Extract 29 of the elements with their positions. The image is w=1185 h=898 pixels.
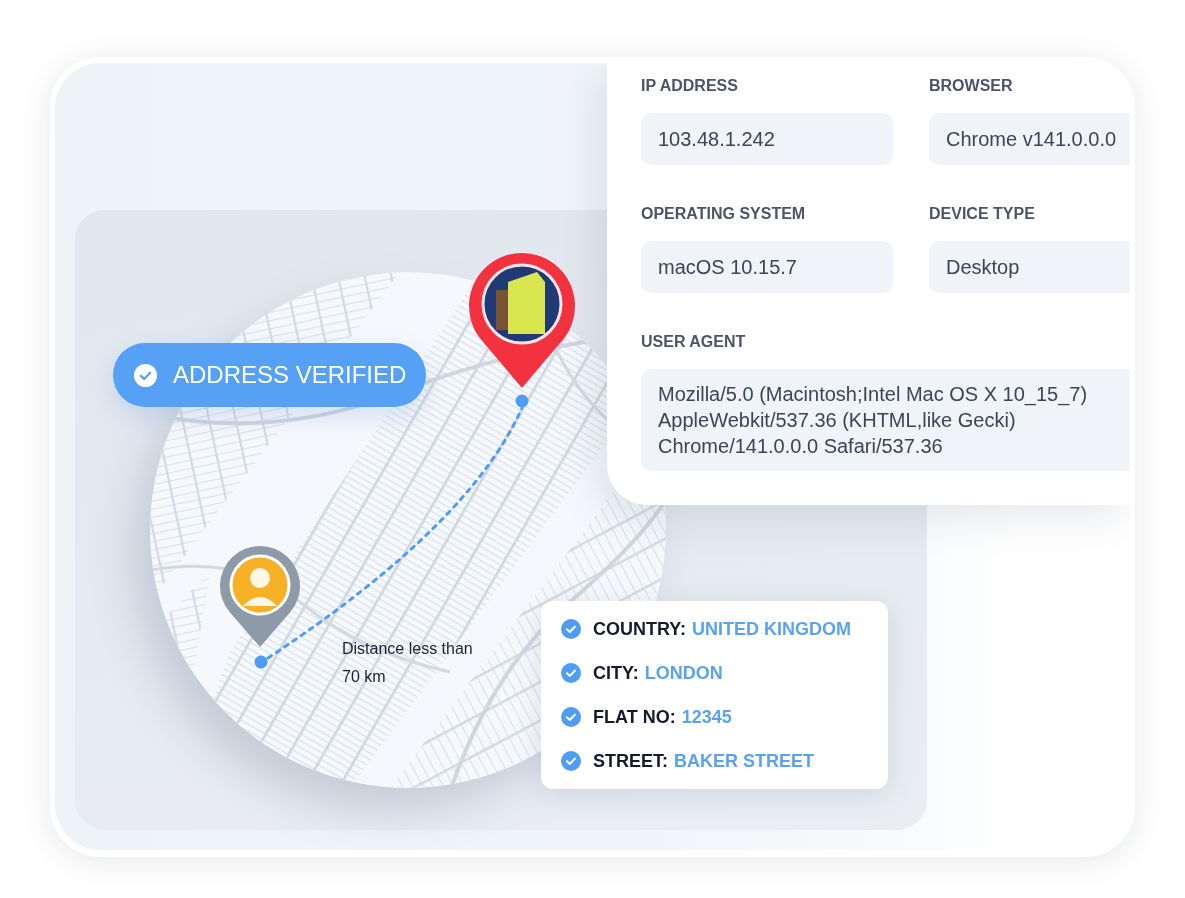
avatar-placeholder	[229, 554, 291, 616]
value-field: 103.48.1.242	[641, 113, 893, 165]
field-value: LONDON	[644, 662, 723, 684]
field-label: DEVICE TYPE	[929, 204, 1036, 224]
field-value: UNITED KINGDOM	[692, 618, 851, 640]
value-field: Chrome v141.0.0.0	[929, 113, 1130, 165]
field-label: IP ADDRESS	[641, 76, 739, 96]
map-pin[interactable]	[469, 253, 575, 388]
field-value: BAKER STREET	[674, 750, 815, 772]
check-icon	[134, 363, 157, 387]
check-icon	[561, 619, 581, 639]
field-label: USER AGENT	[641, 332, 747, 352]
value-field: macOS 10.15.7	[641, 241, 893, 293]
location-dot-icon	[515, 394, 529, 408]
field-label: CITY:	[593, 662, 639, 684]
field-label: OPERATING SYSTEM	[641, 204, 807, 224]
location-dot-icon	[254, 655, 268, 669]
field-value: 12345	[681, 706, 732, 728]
check-icon	[561, 707, 581, 727]
field-label: FLAT NO:	[593, 706, 676, 728]
text-area-field: Mozilla/5.0 (Macintosh;Intel Mac OS X 10_15_7) AppleWebkit/537.36 (KHTML,like Gecki) Chrome/141.0.0.0 Safari/537.36	[641, 369, 1130, 471]
check-icon	[561, 663, 581, 683]
check-icon	[561, 751, 581, 771]
value-field: Desktop	[929, 241, 1130, 293]
field-label: STREET:	[593, 750, 668, 772]
status-label: ADDRESS VERIFIED	[173, 361, 407, 389]
field-label: COUNTRY:	[593, 618, 686, 640]
distance-label: Distance less than 70 km	[342, 639, 474, 687]
field-label: BROWSER	[929, 76, 1014, 96]
